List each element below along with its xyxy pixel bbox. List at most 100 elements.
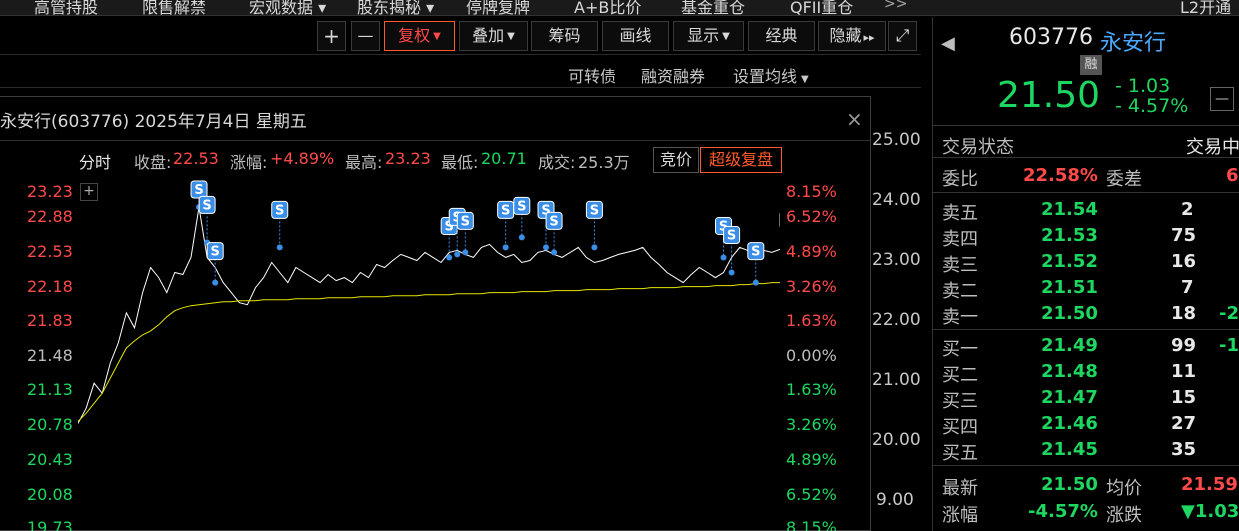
pct-axis-label: 8.15% <box>786 182 837 201</box>
chg-label: 涨跌 <box>1106 505 1142 526</box>
zoom-in-button[interactable]: + <box>317 21 346 51</box>
convertible-bond-link[interactable]: 可转债 <box>568 63 616 87</box>
top-menu-bar: 高管持股 限售解禁 宏观数据 ▾ 股东揭秘 ▾ 停牌复牌 A+B比价 基金重仓 … <box>0 0 1239 16</box>
signal-marker[interactable]: S <box>206 242 224 286</box>
kline-axis-label: 24.00 <box>872 190 921 210</box>
pct-axis-label: 1.63% <box>786 380 837 399</box>
signal-marker-dot <box>212 279 219 286</box>
panel-divider <box>933 465 1239 466</box>
menu-executive-holdings[interactable]: 高管持股 <box>34 0 98 15</box>
volume-value: 25.3万 <box>578 153 630 172</box>
stock-name: 永安行 <box>1100 31 1167 56</box>
popup-title: 永安行(603776) 2025年7月4日 星期五 <box>0 112 307 132</box>
signal-marker[interactable]: S <box>747 242 765 286</box>
menu-lockup-expiry[interactable]: 限售解禁 <box>142 0 206 15</box>
bid-ratio-value: 22.58% <box>1023 165 1098 186</box>
signal-marker-dot <box>446 254 453 261</box>
price-axis-label: 23.23 <box>27 182 73 201</box>
intraday-chart[interactable]: SSSSSSSSSSSSSSSSSS <box>78 179 780 531</box>
signal-marker[interactable]: S <box>513 196 531 241</box>
expand-icon[interactable]: ⤢ <box>888 21 917 51</box>
ask-price: 21.53 <box>1041 225 1098 246</box>
pct-label: 涨幅 <box>942 505 978 526</box>
collapse-button[interactable]: — <box>1210 87 1234 111</box>
average-price-line <box>78 282 780 422</box>
super-replay-button[interactable]: 超级复盘 <box>700 147 782 173</box>
bid-volume: 27 <box>1171 413 1197 434</box>
chevron-down-icon: ▼ <box>801 74 809 85</box>
toolbar-divider <box>0 54 921 55</box>
trade-status-label: 交易状态 <box>942 137 1014 158</box>
chevron-down-icon: ▼ <box>433 30 441 42</box>
ask-price: 21.50 <box>1041 303 1098 324</box>
price-axis-label: 20.43 <box>27 450 73 469</box>
menu-l2[interactable]: L2开通 <box>1180 0 1231 15</box>
avg-price-label: 均价 <box>1106 478 1142 499</box>
draw-line-button[interactable]: 画线 <box>602 21 669 51</box>
fast-forward-icon: ▸▸ <box>863 31 875 44</box>
hide-button[interactable]: 隐藏 ▸▸ <box>818 21 886 51</box>
bid-price: 21.49 <box>1041 335 1098 356</box>
back-icon[interactable]: ◀ <box>941 33 955 54</box>
popup-titlebar: 永安行(603776) 2025年7月4日 星期五 × <box>0 97 870 141</box>
display-button[interactable]: 显示 ▼ <box>673 21 744 51</box>
bid-label: 买五 <box>942 443 978 464</box>
menu-macro-data[interactable]: 宏观数据 ▾ <box>249 0 326 15</box>
panel-divider <box>933 157 1239 158</box>
intraday-popup: 永安行(603776) 2025年7月4日 星期五 × 分时 收盘: 22.53… <box>0 96 871 531</box>
bid-volume: 11 <box>1171 361 1197 382</box>
signal-marker[interactable]: S <box>497 200 515 251</box>
signal-marker[interactable]: S <box>585 200 603 251</box>
ma-setting-link[interactable]: 设置均线 ▼ <box>733 63 809 87</box>
signal-marker-label: S <box>461 214 470 229</box>
zoom-out-button[interactable]: — <box>351 21 380 51</box>
signal-marker[interactable]: S <box>271 200 289 251</box>
signal-marker[interactable]: S <box>456 211 474 256</box>
latest-label: 最新 <box>942 478 978 499</box>
kline-axis-label: 25.00 <box>872 130 921 150</box>
bid-price: 21.46 <box>1041 413 1098 434</box>
intraday-tab[interactable]: 分时 <box>79 149 111 173</box>
overlay-button[interactable]: 叠加 ▼ <box>459 21 528 51</box>
bid-label: 买四 <box>942 417 978 438</box>
change-value: +4.89% <box>270 149 335 168</box>
menu-shareholders[interactable]: 股东揭秘 ▾ <box>357 0 434 15</box>
margin-trading-link[interactable]: 融资融券 <box>641 63 705 87</box>
bid-diff-label: 委差 <box>1106 169 1142 190</box>
crosshair-toggle[interactable]: + <box>80 183 98 201</box>
close-icon[interactable]: × <box>846 107 863 131</box>
menu-qfii-holdings[interactable]: QFII重仓 <box>790 0 853 15</box>
ask-label: 卖四 <box>942 229 978 250</box>
bid-label: 买二 <box>942 365 978 386</box>
bid-price: 21.47 <box>1041 387 1098 408</box>
close-value: 22.53 <box>173 149 219 168</box>
ask-label: 卖五 <box>942 203 978 224</box>
price-axis-label: 20.78 <box>27 415 73 434</box>
price-axis-label: 19.73 <box>27 518 73 531</box>
chips-button[interactable]: 筹码 <box>531 21 598 51</box>
signal-marker-dot <box>276 244 283 251</box>
menu-fund-holdings[interactable]: 基金重仓 <box>681 0 745 15</box>
high-label: 最高: <box>345 153 383 172</box>
price-axis-label: 22.18 <box>27 277 73 296</box>
chevron-down-icon: ▼ <box>722 30 730 42</box>
ask-price: 21.51 <box>1041 277 1098 298</box>
bid-volume: 35 <box>1171 439 1197 460</box>
change-label: 涨幅: <box>230 153 268 172</box>
hide-label: 隐藏 <box>829 26 862 45</box>
fuquan-button[interactable]: 复权 ▼ <box>384 21 455 51</box>
pct-axis-label: 1.63% <box>786 311 837 330</box>
bid-change: -1 <box>1219 335 1239 356</box>
classic-button[interactable]: 经典 <box>748 21 815 51</box>
fuquan-label: 复权 <box>398 26 431 45</box>
menu-ab-ratio[interactable]: A+B比价 <box>574 0 641 15</box>
call-auction-button[interactable]: 竞价 <box>653 147 699 173</box>
bid-volume: 99 <box>1171 335 1197 356</box>
ask-price: 21.52 <box>1041 251 1098 272</box>
price-axis-label: 22.88 <box>27 207 73 226</box>
pct-axis-label: 0.00% <box>786 346 837 365</box>
menu-suspension[interactable]: 停牌复牌 <box>466 0 530 15</box>
menu-more-icon[interactable]: >> <box>884 0 907 12</box>
margin-tag: 融 <box>1080 55 1102 75</box>
overlay-label: 叠加 <box>472 26 505 45</box>
